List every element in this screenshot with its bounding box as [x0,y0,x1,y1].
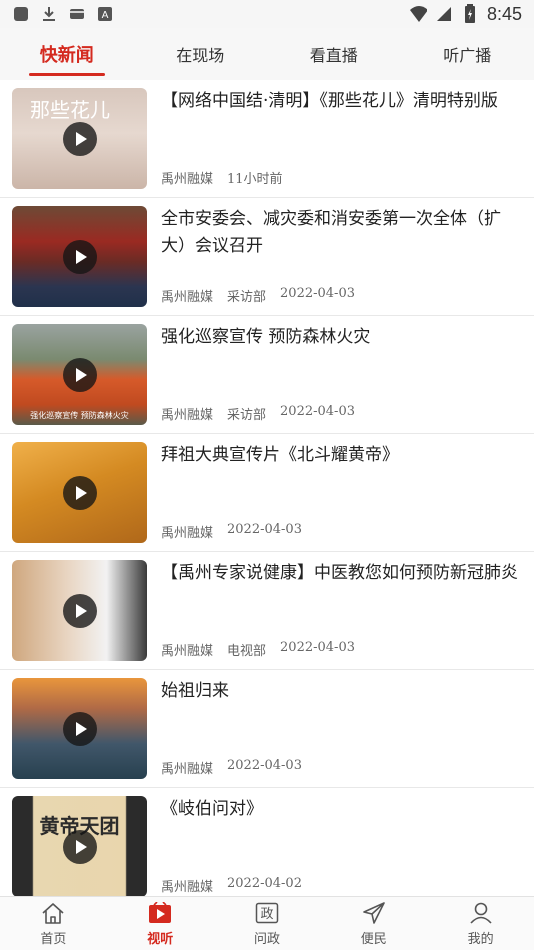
news-source: 禹州融媒 [161,644,214,659]
news-thumbnail[interactable]: 强化巡察宣传 预防森林火灾 [12,324,147,425]
svg-text:A: A [102,10,109,21]
news-meta: 禹州融媒 采访部 2022-04-03 [161,404,522,425]
news-dept: 采访部 [227,290,267,305]
thumbnail-caption: 强化巡察宣传 预防森林火灾 [30,411,129,420]
play-icon[interactable] [62,121,97,156]
thumbnail-caption: 那些花儿 [30,98,110,122]
bottom-nav: 首页 视听 政 问政 便民 我的 [0,896,534,950]
translate-icon: A [96,5,114,23]
news-thumbnail[interactable] [12,678,147,779]
status-bar: A 8:45 [0,0,534,28]
nav-label: 我的 [467,932,494,947]
news-list: 那些花儿 【网络中国结·清明】《那些花儿》清明特别版 禹州融媒 11小时前 全市… [0,80,534,896]
tab-radio[interactable]: 听广播 [401,28,534,80]
nav-video[interactable]: 视听 [107,897,214,950]
nav-label: 问政 [253,932,280,947]
news-source: 禹州融媒 [161,290,214,305]
news-info: 【禹州专家说健康】中医教您如何预防新冠肺炎 禹州融媒 电视部 2022-04-0… [147,560,522,661]
tab-live[interactable]: 看直播 [267,28,401,80]
news-thumbnail[interactable] [12,442,147,543]
user-icon [468,900,494,926]
top-tabs: 快新闻 在现场 看直播 听广播 [0,28,534,80]
news-item[interactable]: 全市安委会、减灾委和消安委第一次全体（扩大）会议召开 禹州融媒 采访部 2022… [0,198,534,316]
play-icon[interactable] [62,239,97,274]
news-thumbnail[interactable] [12,206,147,307]
wifi-icon [409,5,427,23]
news-meta: 禹州融媒 2022-04-03 [161,758,522,779]
status-right-icons: 8:45 [409,4,522,25]
news-item[interactable]: 那些花儿 【网络中国结·清明】《那些花儿》清明特别版 禹州融媒 11小时前 [0,80,534,198]
nav-service[interactable]: 便民 [320,897,427,950]
news-time: 2022-04-03 [280,640,355,655]
news-item[interactable]: 强化巡察宣传 预防森林火灾 强化巡察宣传 预防森林火灾 禹州融媒 采访部 202… [0,316,534,434]
news-item[interactable]: 【禹州专家说健康】中医教您如何预防新冠肺炎 禹州融媒 电视部 2022-04-0… [0,552,534,670]
news-info: 始祖归来 禹州融媒 2022-04-03 [147,678,522,779]
news-item[interactable]: 始祖归来 禹州融媒 2022-04-03 [0,670,534,788]
news-source: 禹州融媒 [161,172,214,187]
news-info: 拜祖大典宣传片《北斗耀黄帝》 禹州融媒 2022-04-03 [147,442,522,543]
status-left-icons: A [12,5,114,23]
news-info: 《岐伯问对》 禹州融媒 2022-04-02 [147,796,522,896]
app-icon [12,5,30,23]
battery-icon [461,4,479,23]
status-time: 8:45 [486,3,522,24]
download-icon [40,5,58,23]
news-title[interactable]: 全市安委会、减灾委和消安委第一次全体（扩大）会议召开 [161,206,522,278]
play-icon[interactable] [62,357,97,392]
news-dept: 采访部 [227,408,267,423]
nav-label: 首页 [40,932,67,947]
svg-text:政: 政 [260,907,273,922]
play-icon[interactable] [62,829,97,864]
nav-label: 便民 [360,932,387,947]
news-meta: 禹州融媒 电视部 2022-04-03 [161,640,522,661]
signal-icon [435,5,453,23]
news-title[interactable]: 拜祖大典宣传片《北斗耀黄帝》 [161,442,522,514]
news-meta: 禹州融媒 采访部 2022-04-03 [161,286,522,307]
news-item[interactable]: 拜祖大典宣传片《北斗耀黄帝》 禹州融媒 2022-04-03 [0,434,534,552]
news-dept: 电视部 [227,644,267,659]
news-meta: 禹州融媒 2022-04-03 [161,522,522,543]
news-source: 禹州融媒 [161,408,214,423]
news-time: 11小时前 [227,172,283,187]
news-time: 2022-04-03 [227,758,302,773]
tab-on-site[interactable]: 在现场 [134,28,268,80]
video-icon [147,900,173,926]
mail-icon [68,5,86,23]
news-info: 全市安委会、减灾委和消安委第一次全体（扩大）会议召开 禹州融媒 采访部 2022… [147,206,522,307]
news-time: 2022-04-02 [227,876,302,891]
news-meta: 禹州融媒 2022-04-02 [161,876,522,896]
news-time: 2022-04-03 [280,404,355,419]
nav-home[interactable]: 首页 [0,897,107,950]
news-title[interactable]: 始祖归来 [161,678,522,750]
news-time: 2022-04-03 [280,286,355,301]
tab-quick-news[interactable]: 快新闻 [0,28,134,80]
news-meta: 禹州融媒 11小时前 [161,168,522,189]
play-icon[interactable] [62,711,97,746]
news-source: 禹州融媒 [161,880,214,895]
news-title[interactable]: 【禹州专家说健康】中医教您如何预防新冠肺炎 [161,560,522,632]
news-thumbnail[interactable] [12,560,147,661]
news-source: 禹州融媒 [161,762,214,777]
news-info: 【网络中国结·清明】《那些花儿》清明特别版 禹州融媒 11小时前 [147,88,522,189]
play-icon[interactable] [62,593,97,628]
news-info: 强化巡察宣传 预防森林火灾 禹州融媒 采访部 2022-04-03 [147,324,522,425]
news-title[interactable]: 强化巡察宣传 预防森林火灾 [161,324,522,396]
news-thumbnail[interactable]: 黄帝天团 [12,796,147,896]
nav-government[interactable]: 政 问政 [214,897,321,950]
government-icon: 政 [254,900,280,926]
news-title[interactable]: 《岐伯问对》 [161,796,522,868]
play-icon[interactable] [62,475,97,510]
news-source: 禹州融媒 [161,526,214,541]
news-time: 2022-04-03 [227,522,302,537]
nav-label: 视听 [147,932,174,947]
news-thumbnail[interactable]: 那些花儿 [12,88,147,189]
news-item[interactable]: 黄帝天团 《岐伯问对》 禹州融媒 2022-04-02 [0,788,534,896]
send-icon [361,900,387,926]
home-icon [40,900,66,926]
nav-profile[interactable]: 我的 [427,897,534,950]
news-title[interactable]: 【网络中国结·清明】《那些花儿》清明特别版 [161,88,522,160]
